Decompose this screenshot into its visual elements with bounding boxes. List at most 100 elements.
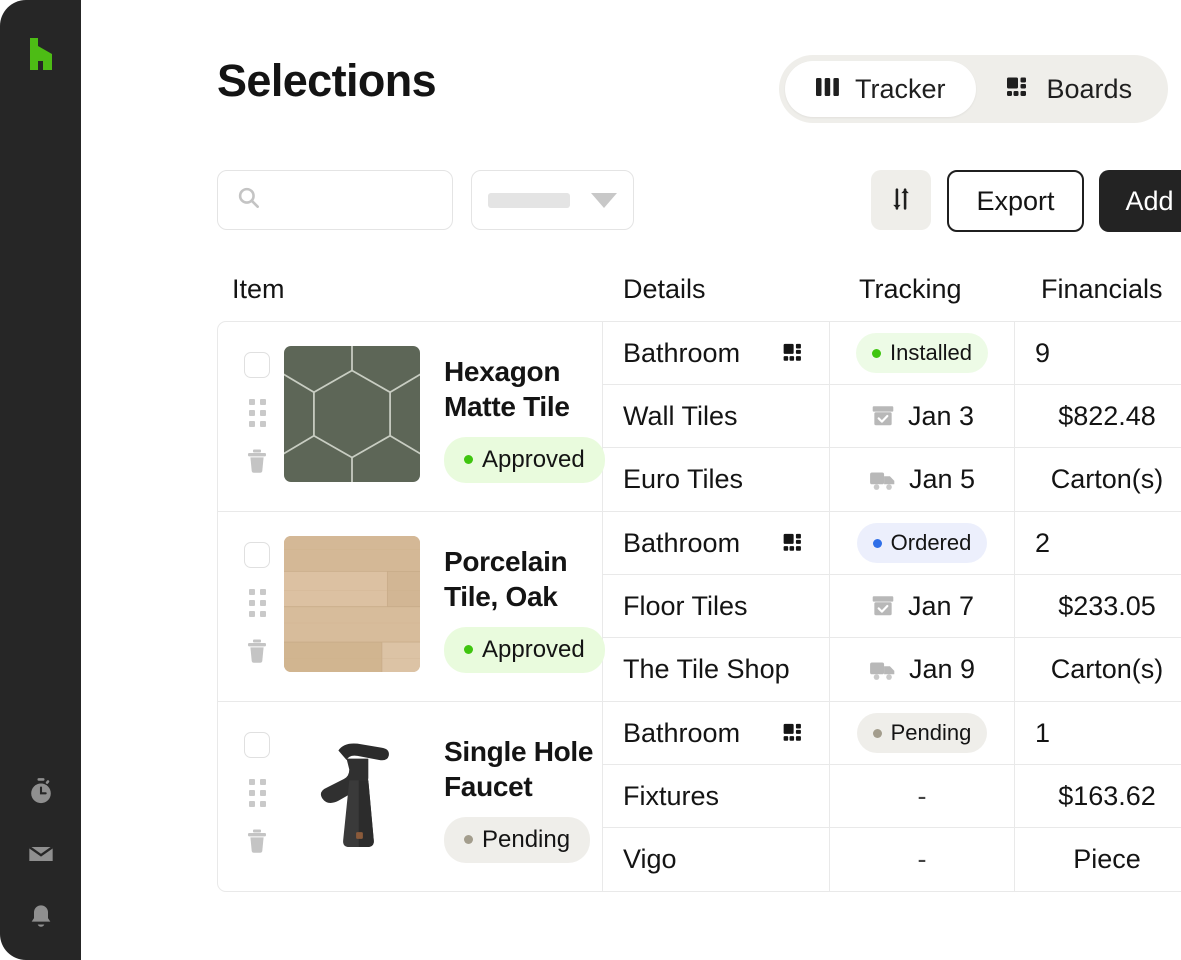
sidebar-bottom-nav	[26, 776, 56, 932]
detail-line[interactable]: Vigo	[603, 828, 829, 891]
item-name: Single Hole Faucet	[444, 734, 602, 805]
detail-line-label: Wall Tiles	[623, 401, 738, 432]
export-button[interactable]: Export	[947, 170, 1084, 232]
financial-line-label: $163.62	[1058, 781, 1156, 812]
detail-room[interactable]: Bathroom	[603, 322, 829, 385]
status-badge-label: Pending	[482, 826, 570, 854]
view-toggle: Tracker Boards	[779, 55, 1168, 123]
mail-icon[interactable]	[26, 839, 56, 869]
notifications-icon[interactable]	[26, 902, 56, 932]
tracking-status-label: Installed	[890, 340, 972, 366]
tracking-status[interactable]: Pending	[830, 702, 1014, 765]
detail-line[interactable]: Floor Tiles	[603, 575, 829, 638]
detail-line[interactable]: Fixtures	[603, 765, 829, 828]
tracking-empty[interactable]: -	[830, 765, 1014, 828]
cell-details: Bathroom Floor Tiles The Tile Shop	[603, 512, 830, 701]
tracking-date-label: Jan 9	[909, 654, 975, 685]
tracking-date[interactable]: Jan 5	[830, 448, 1014, 511]
financial-line-label: 1	[1035, 718, 1050, 749]
item-thumbnail[interactable]	[284, 536, 420, 672]
financial-line[interactable]: 9	[1015, 322, 1181, 385]
tracking-date-label: Jan 5	[909, 464, 975, 495]
tracking-status[interactable]: Ordered	[830, 512, 1014, 575]
cell-tracking: Installed Jan 3 Jan 5	[830, 322, 1015, 511]
financial-line[interactable]: Carton(s)	[1015, 638, 1181, 701]
delete-row-button[interactable]	[245, 638, 269, 669]
search-field[interactable]	[270, 187, 430, 213]
detail-line-label: Euro Tiles	[623, 464, 743, 495]
detail-line-label: The Tile Shop	[623, 654, 790, 685]
item-name: Hexagon Matte Tile	[444, 354, 605, 425]
search-icon	[236, 185, 262, 216]
table-row: Single Hole Faucet Pending Bathroom Fixt…	[218, 702, 1181, 891]
detail-line-label: Fixtures	[623, 781, 719, 812]
financial-line[interactable]: 1	[1015, 702, 1181, 765]
detail-room[interactable]: Bathroom	[603, 702, 829, 765]
tracking-date[interactable]: Jan 7	[830, 575, 1014, 638]
item-thumbnail[interactable]	[284, 346, 420, 482]
cell-tracking: Ordered Jan 7 Jan 9	[830, 512, 1015, 701]
row-checkbox[interactable]	[244, 352, 270, 378]
detail-room[interactable]: Bathroom	[603, 512, 829, 575]
detail-line[interactable]: The Tile Shop	[603, 638, 829, 701]
tracking-date[interactable]: Jan 9	[830, 638, 1014, 701]
houzz-h-logo[interactable]	[21, 30, 61, 70]
financial-line[interactable]: $163.62	[1015, 765, 1181, 828]
cell-financials: 9$822.48Carton(s)	[1015, 322, 1181, 511]
detail-line[interactable]: Euro Tiles	[603, 448, 829, 511]
detail-line[interactable]: Wall Tiles	[603, 385, 829, 448]
trash-icon	[245, 638, 269, 664]
item-info: Hexagon Matte Tile Approved	[434, 346, 605, 487]
tracking-status-label: Pending	[891, 720, 972, 746]
main-panel: Selections Tracker	[81, 0, 1181, 960]
tracking-status[interactable]: Installed	[830, 322, 1014, 385]
sliders-icon	[887, 185, 915, 216]
boards-grid-icon	[783, 533, 807, 553]
item-thumbnail[interactable]	[284, 726, 420, 862]
selections-table: Hexagon Matte Tile Approved Bathroom Wal…	[217, 321, 1181, 892]
status-badge-label: Approved	[482, 636, 585, 664]
trash-icon	[245, 828, 269, 854]
filter-select[interactable]	[471, 170, 634, 230]
financial-line[interactable]: Piece	[1015, 828, 1181, 891]
delivery-truck-icon	[869, 657, 897, 683]
select-placeholder-bar	[488, 193, 570, 208]
status-badge-label: Approved	[482, 446, 585, 474]
column-header-financials: Financials	[1041, 274, 1163, 305]
cell-financials: 1 $163.62 Piece	[1015, 702, 1181, 891]
financial-line-label: Carton(s)	[1051, 654, 1164, 685]
filter-settings-button[interactable]	[871, 170, 931, 230]
delete-row-button[interactable]	[245, 448, 269, 479]
table-row: Porcelain Tile, Oak Approved Bathroom Fl…	[218, 512, 1181, 702]
timer-icon[interactable]	[26, 776, 56, 806]
status-badge[interactable]: Pending	[444, 817, 590, 863]
financial-line[interactable]: $233.05	[1015, 575, 1181, 638]
detail-room-label: Bathroom	[623, 528, 740, 559]
tracking-date-label: Jan 7	[908, 591, 974, 622]
tracking-empty[interactable]: -	[830, 828, 1014, 891]
drag-handle-icon[interactable]	[249, 779, 266, 807]
status-badge[interactable]: Approved	[444, 627, 605, 673]
item-info: Porcelain Tile, Oak Approved	[434, 536, 605, 677]
drag-handle-icon[interactable]	[249, 399, 266, 427]
tab-tracker[interactable]: Tracker	[785, 61, 976, 117]
financial-line[interactable]: $822.48	[1015, 385, 1181, 448]
cell-details: Bathroom Fixtures Vigo	[603, 702, 830, 891]
tracking-status-dot	[873, 539, 882, 548]
tab-boards[interactable]: Boards	[976, 61, 1163, 117]
financial-line[interactable]: 2	[1015, 512, 1181, 575]
cell-details: Bathroom Wall Tiles Euro Tiles	[603, 322, 830, 511]
row-controls	[244, 346, 270, 487]
row-checkbox[interactable]	[244, 732, 270, 758]
row-checkbox[interactable]	[244, 542, 270, 568]
search-input[interactable]	[217, 170, 453, 230]
add-button[interactable]: Add	[1099, 170, 1181, 232]
delete-row-button[interactable]	[245, 828, 269, 859]
drag-handle-icon[interactable]	[249, 589, 266, 617]
tracking-status-dot	[873, 729, 882, 738]
financial-line[interactable]: Carton(s)	[1015, 448, 1181, 511]
tracking-date[interactable]: Jan 3	[830, 385, 1014, 448]
status-badge[interactable]: Approved	[444, 437, 605, 483]
tracking-status-dot	[872, 349, 881, 358]
status-dot	[464, 455, 473, 464]
